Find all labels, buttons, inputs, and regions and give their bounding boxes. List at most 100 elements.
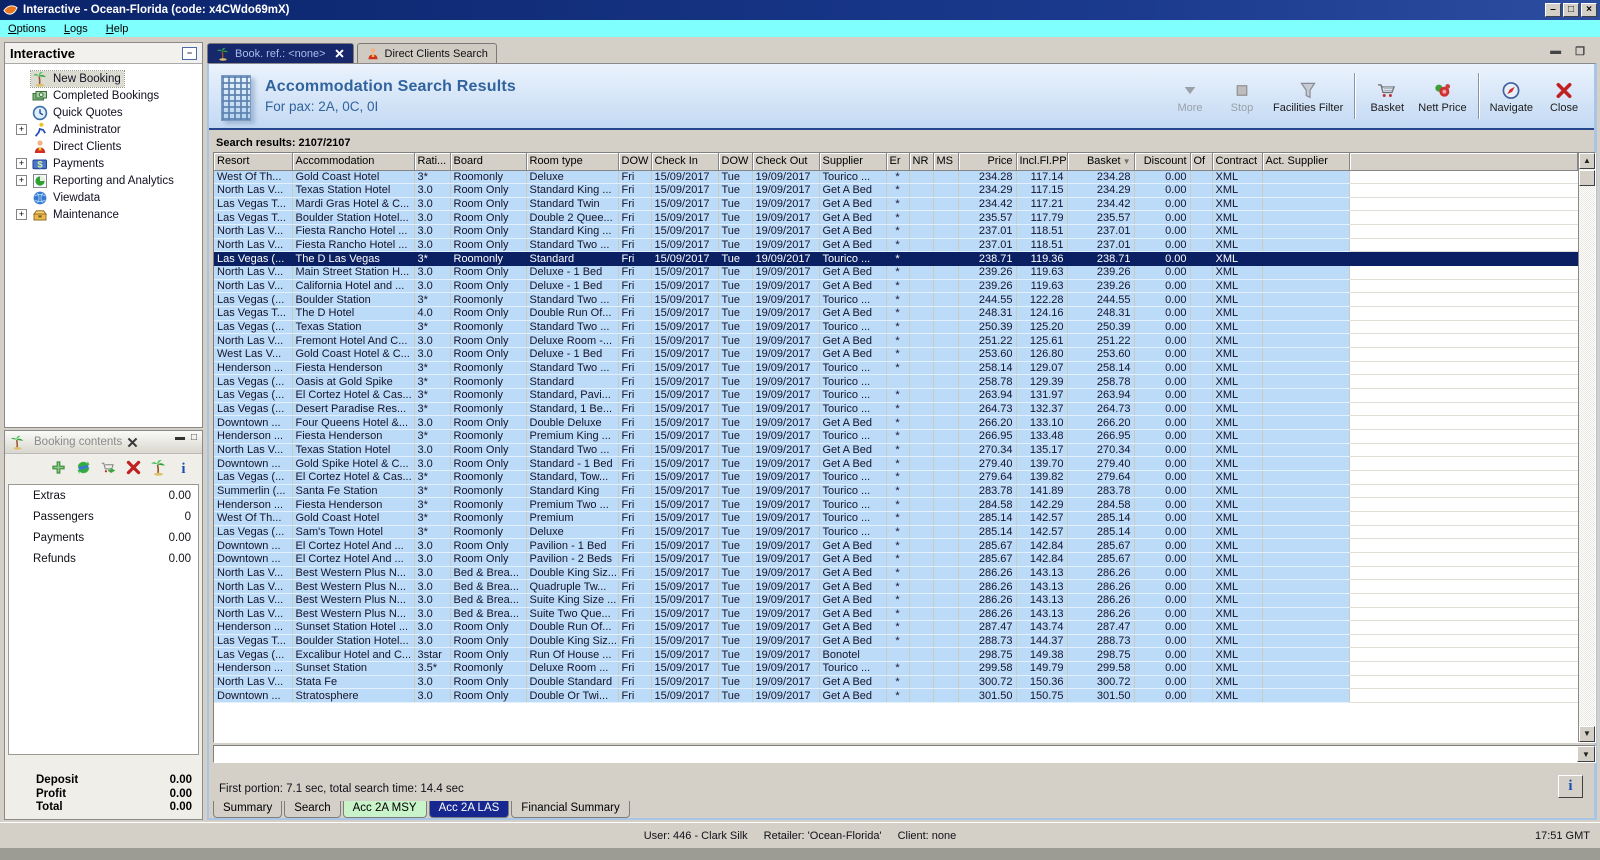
menu-options[interactable]: Options	[8, 23, 46, 35]
expander-plus-icon[interactable]: +	[16, 158, 27, 169]
info-button[interactable]: i	[1558, 775, 1583, 798]
sidebar-item-maintenance[interactable]: + Maintenance	[5, 206, 202, 223]
new-booking-icon[interactable]	[150, 459, 167, 476]
table-row[interactable]: North Las V... Fremont Hotel And C... 3.0 R…	[214, 333, 1578, 349]
tab-direct-clients-search[interactable]: Direct Clients Search	[356, 43, 497, 63]
window-minimize-button[interactable]: –	[1545, 3, 1561, 17]
column-header-of[interactable]: Of	[1190, 153, 1213, 171]
table-row[interactable]: Henderson ... Fiesta Henderson 3* Roomonly S…	[214, 361, 1578, 376]
sidebar-item-reporting-and-analytics[interactable]: + Reporting and Analytics	[5, 172, 202, 189]
table-row[interactable]: Downtown ... El Cortez Hotel And ... 3.0 Ro…	[214, 538, 1578, 553]
bottom-tab-acc-2a-msy[interactable]: Acc 2A MSY	[342, 801, 427, 818]
scrollbar-thumb[interactable]	[1579, 170, 1595, 186]
table-row[interactable]: Downtown ... Gold Spike Hotel & C... 3.0 Ro…	[214, 456, 1578, 471]
sidebar-collapse-button[interactable]: −	[182, 46, 197, 60]
toolbar-close-button[interactable]: Close	[1538, 78, 1590, 114]
column-header-room-type[interactable]: Room type	[526, 153, 619, 171]
column-header-act-supplier[interactable]: Act. Supplier	[1262, 153, 1350, 171]
table-row[interactable]: North Las V... California Hotel and ... 3.…	[214, 279, 1578, 294]
table-row[interactable]: West Las V... Gold Coast Hotel & C... 3.0 R…	[214, 347, 1578, 362]
window-titlebar[interactable]: Interactive - Ocean-Florida (code: x4CWd…	[0, 0, 1600, 20]
sidebar-item-new-booking[interactable]: New Booking	[5, 69, 202, 88]
table-row[interactable]: North Las V... Best Western Plus N... 3.0 B…	[214, 579, 1578, 594]
table-row[interactable]: Downtown ... Four Queens Hotel &... 3.0 Roo…	[214, 415, 1578, 430]
table-row[interactable]: North Las V... Main Street Station H... 3.…	[214, 265, 1578, 280]
column-header-er[interactable]: Er	[886, 153, 910, 171]
add-to-basket-icon[interactable]	[100, 459, 117, 476]
table-row[interactable]: North Las V... Best Western Plus N... 3.0 B…	[214, 566, 1578, 581]
scroll-down-icon[interactable]: ▼	[1579, 726, 1595, 742]
tab-book-ref-none[interactable]: Book. ref.: <none>	[207, 43, 354, 63]
table-row[interactable]: West Of Th... Gold Coast Hotel 3* Roomonly D…	[214, 170, 1578, 185]
table-row[interactable]: Henderson ... Fiesta Henderson 3* Roomonly P…	[214, 429, 1578, 444]
column-header-supplier[interactable]: Supplier	[819, 153, 887, 171]
window-close-button[interactable]: ×	[1581, 3, 1597, 17]
menu-logs[interactable]: Logs	[64, 23, 88, 35]
panel-restore-icon[interactable]: ❐	[1575, 45, 1585, 58]
toolbar-facilities-filter-button[interactable]: Facilities Filter	[1268, 78, 1348, 114]
bottom-tab-search[interactable]: Search	[284, 801, 341, 818]
table-row[interactable]: Las Vegas T... Boulder Station Hotel... 3.…	[214, 210, 1578, 226]
booking-contents-titlebar[interactable]: Booking contents ▬ □	[5, 431, 202, 454]
booking-item-refunds[interactable]: Refunds 0.00	[9, 548, 198, 569]
column-header-contract[interactable]: Contract	[1212, 153, 1263, 171]
booking-item-payments[interactable]: Payments 0.00	[9, 527, 198, 548]
table-row[interactable]: Downtown ... Stratosphere 3.0 Room Only Doub…	[214, 688, 1578, 704]
toolbar-nett-price-button[interactable]: Nett Price	[1413, 78, 1471, 114]
table-row[interactable]: Las Vegas (... El Cortez Hotel & Cas... 3*…	[214, 388, 1578, 403]
table-row[interactable]: Las Vegas (... Sam's Town Hotel 3* Roomonly…	[214, 525, 1578, 540]
panel-minimize-icon[interactable]: ▬	[1550, 45, 1561, 58]
booking-item-extras[interactable]: Extras 0.00	[9, 485, 198, 506]
menu-help[interactable]: Help	[106, 23, 129, 35]
column-header-accommodation[interactable]: Accommodation	[292, 153, 415, 171]
table-row[interactable]: North Las V... Stata Fe 3.0 Room Only Double…	[214, 675, 1578, 690]
column-header-dow[interactable]: DOW	[718, 153, 753, 171]
table-row[interactable]: Henderson ... Sunset Station Hotel ... 3.0…	[214, 620, 1578, 635]
table-row[interactable]: Las Vegas (... Boulder Station 3* Roomonly S…	[214, 292, 1578, 308]
filter-combobox[interactable]: ▼	[213, 745, 1596, 763]
booking-item-passengers[interactable]: Passengers 0	[9, 506, 198, 527]
toolbar-navigate-button[interactable]: Navigate	[1485, 78, 1538, 114]
add-item-icon[interactable]	[50, 459, 67, 476]
expander-plus-icon[interactable]: +	[16, 124, 27, 135]
table-row[interactable]: Las Vegas (... The D Las Vegas 3* Roomonly S…	[214, 251, 1578, 267]
table-row[interactable]: Las Vegas T... The D Hotel 4.0 Room Only Dou…	[214, 306, 1578, 321]
column-header-dow[interactable]: DOW	[618, 153, 652, 171]
booking-contents-close-icon[interactable]	[126, 436, 139, 449]
sidebar-item-viewdata[interactable]: Viewdata	[5, 189, 202, 206]
sidebar-item-quick-quotes[interactable]: Quick Quotes	[5, 104, 202, 121]
column-header-board[interactable]: Board	[450, 153, 527, 171]
table-row[interactable]: Las Vegas T... Boulder Station Hotel... 3.…	[214, 634, 1578, 649]
table-row[interactable]: Summerlin (... Santa Fe Station 3* Roomonly…	[214, 484, 1578, 499]
combobox-dropdown-icon[interactable]: ▼	[1577, 746, 1595, 762]
booking-contents-maximize-icon[interactable]: □	[191, 433, 197, 443]
table-row[interactable]: Las Vegas (... Desert Paradise Res... 3* Ro…	[214, 402, 1578, 417]
vertical-scrollbar[interactable]: ▲ ▼	[1578, 153, 1595, 742]
column-header-check-in[interactable]: Check In	[651, 153, 719, 171]
table-row[interactable]: Las Vegas (... Excalibur Hotel and C... 3s…	[214, 647, 1578, 663]
column-header-discount[interactable]: Discount	[1134, 153, 1191, 171]
sidebar-item-payments[interactable]: + $ Payments	[5, 155, 202, 172]
table-row[interactable]: Henderson ... Fiesta Henderson 3* Roomonly P…	[214, 497, 1578, 512]
column-header-resort[interactable]: Resort	[214, 153, 293, 171]
column-header-ms[interactable]: MS	[933, 153, 959, 171]
tab-close-icon[interactable]	[334, 48, 345, 59]
table-row[interactable]: North Las V... Best Western Plus N... 3.0 B…	[214, 607, 1578, 622]
table-row[interactable]: North Las V... Fiesta Rancho Hotel ... 3.0…	[214, 224, 1578, 239]
sidebar-item-administrator[interactable]: + Administrator	[5, 121, 202, 138]
table-row[interactable]: North Las V... Fiesta Rancho Hotel ... 3.0…	[214, 238, 1578, 253]
delete-icon[interactable]	[125, 459, 142, 476]
column-header-rati[interactable]: Rati...	[414, 153, 451, 171]
sidebar-item-completed-bookings[interactable]: Completed Bookings	[5, 87, 202, 104]
bottom-tab-acc-2a-las[interactable]: Acc 2A LAS	[428, 801, 510, 818]
table-row[interactable]: West Of Th... Gold Coast Hotel 3* Roomonly P…	[214, 511, 1578, 526]
column-header-incl-fl-pp[interactable]: Incl.Fl.PP	[1016, 153, 1068, 171]
booking-contents-minimize-icon[interactable]: ▬	[175, 433, 185, 443]
table-row[interactable]: Henderson ... Sunset Station 3.5* Roomonly D…	[214, 661, 1578, 676]
table-row[interactable]: North Las V... Best Western Plus N... 3.0 B…	[214, 593, 1578, 608]
table-row[interactable]: Las Vegas (... El Cortez Hotel & Cas... 3*…	[214, 470, 1578, 485]
info-icon[interactable]: i	[175, 459, 192, 476]
table-row[interactable]: Las Vegas (... Oasis at Gold Spike 3* Roomo…	[214, 374, 1578, 389]
window-restore-button[interactable]: □	[1563, 3, 1579, 17]
column-header-check-out[interactable]: Check Out	[752, 153, 820, 171]
